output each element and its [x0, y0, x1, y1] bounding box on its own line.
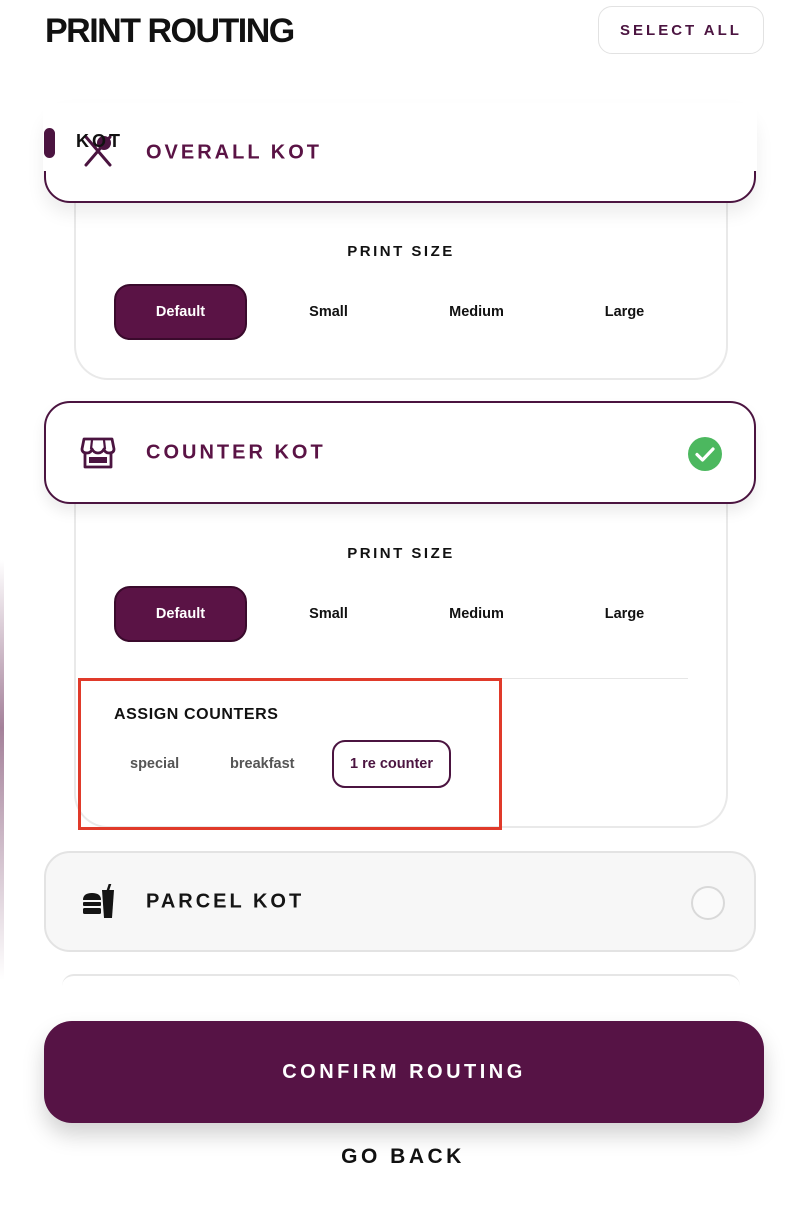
size-option-small[interactable]: Small [262, 586, 395, 642]
assign-counters-highlight [78, 678, 502, 830]
store-icon [80, 437, 116, 468]
go-back-link[interactable]: GO BACK [0, 1145, 806, 1169]
counter-kot-label: COUNTER KOT [146, 441, 326, 463]
scroll-peek-pill [44, 128, 55, 158]
overall-kot-card[interactable]: OVERALL KOT [43, 103, 757, 203]
confirm-routing-button[interactable]: CONFIRM ROUTING [44, 1021, 764, 1123]
size-option-medium[interactable]: Medium [410, 586, 543, 642]
parcel-kot-label: PARCEL KOT [146, 890, 305, 912]
print-size-title: PRINT SIZE [347, 545, 455, 562]
next-card-edge [62, 974, 740, 986]
select-all-button[interactable]: SELECT ALL [598, 6, 764, 54]
counter-kot-card[interactable]: COUNTER KOT [44, 401, 756, 504]
background-edge [0, 560, 4, 980]
print-size-selector: Default Small Medium Large [114, 284, 654, 340]
size-option-large[interactable]: Large [558, 284, 691, 340]
overall-kot-options-panel: PRINT SIZE Default Small Medium Large [74, 200, 728, 380]
size-option-default[interactable]: Default [114, 284, 247, 340]
takeaway-bag-icon [83, 883, 114, 918]
unchecked-radio[interactable] [691, 886, 725, 920]
size-option-default[interactable]: Default [114, 586, 247, 642]
check-circle-icon[interactable] [688, 437, 722, 471]
size-option-small[interactable]: Small [262, 284, 395, 340]
page-title: PRINT ROUTING [45, 12, 295, 50]
overall-kot-label: OVERALL KOT [146, 141, 322, 164]
routing-sheet: PRINT ROUTING SELECT ALL PRINT SIZE Defa… [0, 0, 806, 1206]
parcel-kot-card[interactable]: PARCEL KOT [44, 851, 756, 952]
size-option-medium[interactable]: Medium [410, 284, 543, 340]
print-size-selector: Default Small Medium Large [114, 586, 654, 642]
size-option-large[interactable]: Large [558, 586, 691, 642]
print-size-title: PRINT SIZE [347, 243, 455, 260]
scroll-peek-text: KOT [76, 131, 123, 151]
